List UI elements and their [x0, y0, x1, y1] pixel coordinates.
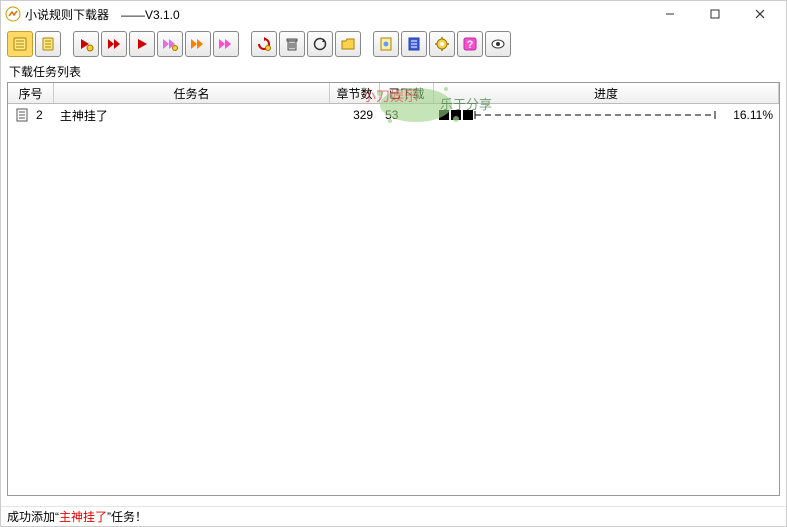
ff-orange-button[interactable]: [185, 31, 211, 57]
window-controls: [647, 1, 782, 27]
help-button[interactable]: ?: [457, 31, 483, 57]
status-task-name: 主神挂了: [59, 508, 107, 525]
svg-text:?: ?: [467, 39, 474, 51]
table-header: 序号 任务名 章节数 已下载 进度: [8, 83, 779, 104]
section-label: 下载任务列表: [1, 61, 786, 80]
play-single-button[interactable]: [129, 31, 155, 57]
page-blue-button[interactable]: [401, 31, 427, 57]
toolbar: ?: [1, 27, 786, 61]
new-task-button[interactable]: [7, 31, 33, 57]
status-prefix: 成功添加“: [7, 508, 59, 525]
maximize-button[interactable]: [692, 1, 737, 27]
th-progress[interactable]: 进度: [434, 83, 779, 103]
minimize-button[interactable]: [647, 1, 692, 27]
progress-percent: 16.11%: [725, 108, 773, 122]
window-title: 小说规则下载器 ——V3.1.0: [25, 6, 647, 23]
task-table: 小刀娱乐 乐于分享 序号 任务名 章节数 已下载 进度 2 主神挂了 329 5…: [7, 82, 780, 496]
close-button[interactable]: [737, 1, 782, 27]
document-icon: [14, 107, 30, 123]
reload-button[interactable]: [307, 31, 333, 57]
play-double-button[interactable]: [101, 31, 127, 57]
folder-button[interactable]: [335, 31, 361, 57]
th-downloaded[interactable]: 已下载: [380, 83, 434, 103]
task-list-button[interactable]: [35, 31, 61, 57]
app-icon: [5, 6, 21, 22]
th-name[interactable]: 任务名: [54, 83, 330, 103]
trash-button[interactable]: [279, 31, 305, 57]
cell-progress: 16.11%: [433, 108, 779, 122]
play-gear-button[interactable]: [73, 31, 99, 57]
table-row[interactable]: 2 主神挂了 329 53 16.11%: [8, 104, 779, 126]
page-yellow-button[interactable]: [373, 31, 399, 57]
ff-pink-button[interactable]: [213, 31, 239, 57]
cell-chapters: 329: [329, 108, 379, 122]
status-bar: 成功添加“ 主神挂了 ”任务！: [1, 506, 786, 526]
th-index[interactable]: 序号: [8, 83, 54, 103]
ff-gear-button[interactable]: [157, 31, 183, 57]
eye-button[interactable]: [485, 31, 511, 57]
cell-name: 主神挂了: [54, 107, 329, 124]
refresh-gear-button[interactable]: [251, 31, 277, 57]
title-bar: 小说规则下载器 ——V3.1.0: [1, 1, 786, 27]
status-suffix: ”任务！: [107, 508, 147, 525]
settings-button[interactable]: [429, 31, 455, 57]
cell-downloaded: 53: [379, 108, 433, 122]
cell-index-text: 2: [36, 108, 43, 122]
cell-index: 2: [8, 107, 54, 123]
th-chapters[interactable]: 章节数: [330, 83, 380, 103]
progress-bar: [439, 108, 719, 122]
